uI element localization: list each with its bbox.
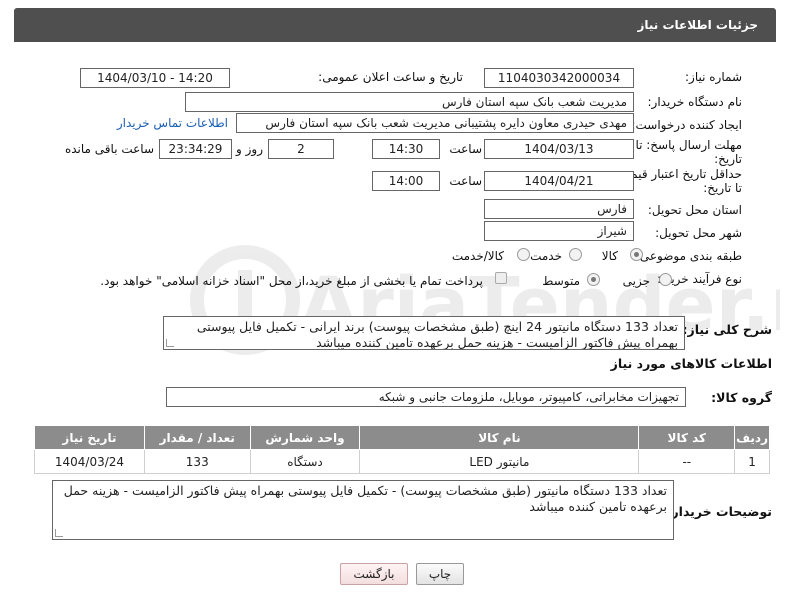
buyer-contact-link[interactable]: اطلاعات تماس خریدار xyxy=(117,116,228,130)
category-label: طبقه بندی موضوعی: xyxy=(635,249,742,263)
col-header-unit: واحد شمارش xyxy=(249,425,361,450)
category-option-goods: کالا xyxy=(601,249,618,263)
validity-label: حداقل تاریخ اعتبار قیمت: xyxy=(615,167,742,181)
process-radio-medium[interactable] xyxy=(587,273,600,286)
buyer-notes-text: تعداد 133 دستگاه مانیتور (طبق مشخصات پیو… xyxy=(63,483,667,514)
print-button[interactable]: چاپ xyxy=(416,563,464,585)
category-option-service: خدمت xyxy=(530,249,562,263)
deadline-time-field: 14:30 xyxy=(372,139,440,159)
announce-field: 1404/03/10 - 14:20 xyxy=(80,68,230,88)
category-radio-service[interactable] xyxy=(569,248,582,261)
cell-date: 1404/03/24 xyxy=(34,449,145,474)
validity-time-field: 14:00 xyxy=(372,171,440,191)
city-label: شهر محل تحویل: xyxy=(655,226,742,240)
validity-label-2: تا تاریخ: xyxy=(703,181,742,195)
page-header: جزئیات اطلاعات نیاز xyxy=(14,8,776,42)
validity-time-label: ساعت xyxy=(449,174,482,188)
time-remaining-field: 23:34:29 xyxy=(159,139,232,159)
announce-label: تاریخ و ساعت اعلان عمومی: xyxy=(318,70,463,84)
category-option-goods-service: کالا/خدمت xyxy=(451,249,504,263)
creator-label: ایجاد کننده درخواست: xyxy=(631,118,742,132)
col-header-row-number: ردیف xyxy=(734,425,770,450)
process-radio-minor[interactable] xyxy=(659,273,672,286)
description-text: تعداد 133 دستگاه مانیتور 24 اینچ (طبق مش… xyxy=(196,319,678,350)
treasury-bonds-checkbox[interactable] xyxy=(495,272,507,284)
col-header-date: تاریخ نیاز xyxy=(34,425,145,450)
days-label: روز و xyxy=(236,142,263,156)
days-remaining-field: 2 xyxy=(268,139,334,159)
items-table: ردیف کد کالا نام کالا واحد شمارش تعداد /… xyxy=(34,425,770,474)
cell-code: -- xyxy=(638,449,736,474)
province-field: فارس xyxy=(484,199,634,219)
description-label: شرح کلی نیاز: xyxy=(682,322,772,337)
goods-group-label: گروه کالا: xyxy=(711,390,772,405)
deadline-label: مهلت ارسال پاسخ: تا xyxy=(635,138,742,152)
col-header-name: نام کالا xyxy=(359,425,640,450)
cell-quantity: 133 xyxy=(143,449,251,474)
back-button[interactable]: بازگشت xyxy=(340,563,408,585)
buyer-notes-label: توضیحات خریدار: xyxy=(666,504,772,519)
need-number-label: شماره نیاز: xyxy=(685,70,742,84)
table-row: 1 -- مانیتور LED دستگاه 133 1404/03/24 xyxy=(34,449,770,474)
table-header-row: ردیف کد کالا نام کالا واحد شمارش تعداد /… xyxy=(34,425,770,450)
description-textarea: تعداد 133 دستگاه مانیتور 24 اینچ (طبق مش… xyxy=(163,316,685,350)
cell-row-number: 1 xyxy=(734,449,770,474)
time-remaining-label: ساعت باقی مانده xyxy=(64,142,154,156)
cell-unit: دستگاه xyxy=(249,449,361,474)
col-header-code: کد کالا xyxy=(638,425,736,450)
city-field: شیراز xyxy=(484,221,634,241)
col-header-quantity: تعداد / مقدار xyxy=(143,425,251,450)
need-number-field: 1104030342000034 xyxy=(484,68,634,88)
process-option-minor: جزیی xyxy=(622,274,650,288)
resize-handle-icon[interactable] xyxy=(166,339,174,347)
buyer-field: مدیریت شعب بانک سپه استان فارس xyxy=(185,92,634,112)
buyer-notes-textarea: تعداد 133 دستگاه مانیتور (طبق مشخصات پیو… xyxy=(52,480,674,540)
goods-section-title: اطلاعات کالاهای مورد نیاز xyxy=(610,356,772,371)
category-radio-goods-service[interactable] xyxy=(517,248,530,261)
payment-note: پرداخت تمام یا بخشی از مبلغ خرید،از محل … xyxy=(100,274,483,288)
creator-field: مهدی حیدری معاون دایره پشتیبانی مدیریت ش… xyxy=(236,113,634,133)
page-title: جزئیات اطلاعات نیاز xyxy=(637,18,758,32)
resize-handle-icon[interactable] xyxy=(55,529,63,537)
buyer-label: نام دستگاه خریدار: xyxy=(647,95,743,109)
category-radio-goods[interactable] xyxy=(630,248,643,261)
cell-name: مانیتور LED xyxy=(359,449,640,474)
deadline-label-2: تاریخ: xyxy=(714,152,742,166)
province-label: استان محل تحویل: xyxy=(647,203,742,217)
goods-group-field: تجهیزات مخابراتی، کامپیوتر، موبایل، ملزو… xyxy=(166,387,686,407)
validity-date-field: 1404/04/21 xyxy=(484,171,634,191)
deadline-date-field: 1404/03/13 xyxy=(484,139,634,159)
process-option-medium: متوسط xyxy=(542,274,580,288)
deadline-time-label: ساعت xyxy=(449,142,482,156)
